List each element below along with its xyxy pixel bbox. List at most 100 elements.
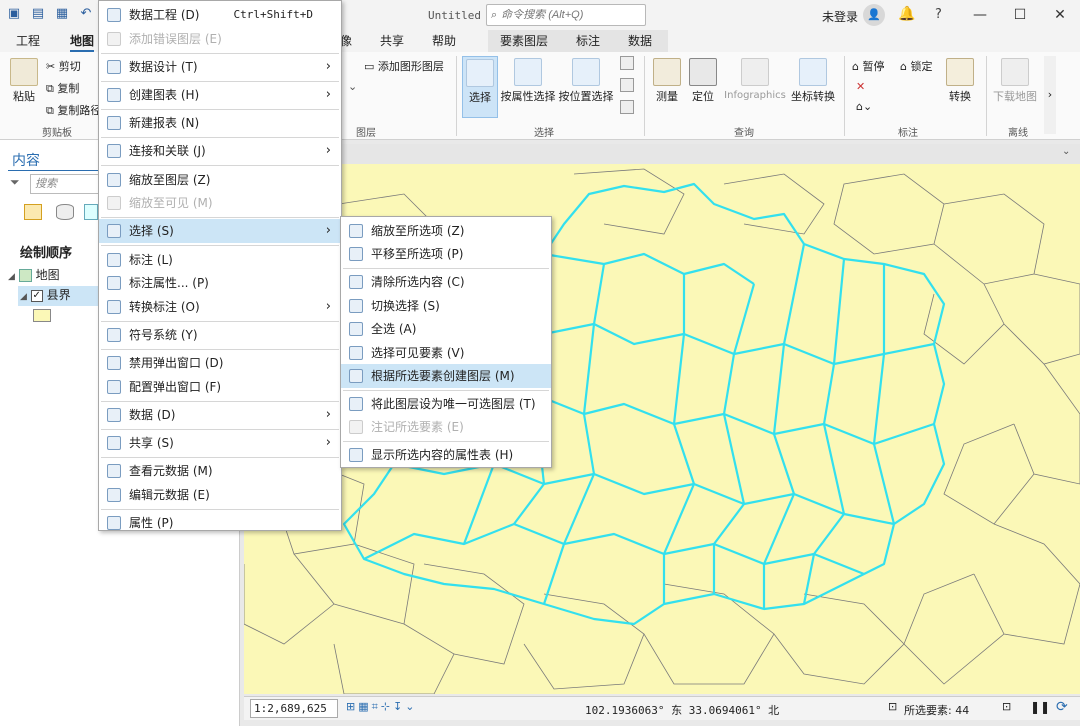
select-by-location-button[interactable]: 按位置选择 xyxy=(558,58,614,104)
lock-labeling-button[interactable]: ⌂ 锁定 xyxy=(900,58,932,74)
copy-button[interactable]: ⧉ 复制 xyxy=(46,80,79,96)
selected-features-count[interactable]: 所选要素: 44 xyxy=(904,702,969,718)
context-menu-item[interactable]: 标注属性... (P) xyxy=(99,271,341,295)
filter-icon[interactable]: ⏷ xyxy=(10,175,20,190)
convert-coordinates-button[interactable]: 坐标转换 xyxy=(790,58,836,104)
login-status[interactable]: 未登录 xyxy=(822,8,858,25)
submenu-item[interactable]: 清除所选内容 (C) xyxy=(341,270,551,294)
tab-data[interactable]: 数据 xyxy=(628,32,652,49)
layer-dropdown-icon[interactable]: ⌄ xyxy=(348,80,357,93)
measure-button[interactable]: 测量 xyxy=(650,58,684,104)
tab-labeling[interactable]: 标注 xyxy=(576,32,600,49)
list-by-source-icon[interactable] xyxy=(56,204,74,220)
context-menu-item[interactable]: 新建报表 (N) xyxy=(99,111,341,135)
submenu-item[interactable]: 全选 (A) xyxy=(341,317,551,341)
offline-group-label: 离线 xyxy=(1008,128,1028,139)
submenu-item[interactable]: 将此图层设为唯一可选图层 (T) xyxy=(341,392,551,416)
attributes-icon[interactable] xyxy=(620,56,634,70)
refresh-icon[interactable]: ⟳ xyxy=(1056,699,1068,715)
list-by-selection-icon[interactable] xyxy=(84,204,98,220)
context-menu-item[interactable]: 编辑元数据 (E) xyxy=(99,483,341,507)
maximize-button-2[interactable]: ☐ xyxy=(1000,4,1040,26)
undo-icon[interactable]: ↶ xyxy=(76,6,96,24)
select-by-attributes-button[interactable]: 按属性选择 xyxy=(500,58,556,104)
minimize-button-2[interactable]: — xyxy=(960,4,1000,26)
select-button[interactable]: 选择 xyxy=(462,56,498,118)
list-by-drawing-order-icon[interactable] xyxy=(24,204,42,220)
context-menu-item[interactable]: 共享 (S) › xyxy=(99,431,341,455)
menu-separator xyxy=(101,508,339,510)
copy-path-button[interactable]: ⧉ 复制路径 xyxy=(46,102,101,118)
map-node[interactable]: ◢ 地图 xyxy=(8,266,60,283)
collapse-icon[interactable]: ◢ xyxy=(20,292,27,302)
tab-map[interactable]: 地图 xyxy=(70,32,95,52)
context-menu-item-icon xyxy=(107,59,121,74)
context-menu-item[interactable]: 创建图表 (H) › xyxy=(99,83,341,107)
context-menu-item[interactable]: 配置弹出窗口 (F) xyxy=(99,375,341,399)
submenu-item[interactable]: 选择可见要素 (V) xyxy=(341,341,551,365)
context-menu-item[interactable]: 符号系统 (Y) xyxy=(99,323,341,347)
scale-selector[interactable]: 1:2,689,625 xyxy=(250,699,338,718)
context-menu-item-icon xyxy=(107,299,121,314)
context-menu-item[interactable]: 转换标注 (O) › xyxy=(99,295,341,319)
context-menu-item[interactable]: 查看元数据 (M) xyxy=(99,459,341,483)
cut-button[interactable]: ✂ 剪切 xyxy=(46,58,81,74)
context-menu-item[interactable]: 属性 (P) xyxy=(99,511,341,535)
pause-drawing-icon[interactable]: ❚❚ xyxy=(1030,700,1050,714)
avatar[interactable]: 👤 xyxy=(863,4,885,26)
context-menu-item[interactable]: 缩放至图层 (Z) xyxy=(99,168,341,192)
context-menu-item-icon xyxy=(107,464,121,479)
layer-symbol-swatch[interactable] xyxy=(33,309,51,322)
download-map-button[interactable]: 下载地图 xyxy=(992,58,1038,104)
contents-search-input[interactable]: 搜索 xyxy=(30,174,100,194)
add-graphics-layer-button[interactable]: ▭ 添加图形图层 xyxy=(364,58,444,74)
context-menu-item[interactable]: 数据工程 (D) Ctrl+Shift+D xyxy=(99,3,341,27)
infographics-button[interactable]: Infographics xyxy=(722,58,788,101)
project-icon[interactable]: ▣ xyxy=(4,6,24,24)
context-menu-item[interactable]: 选择 (S) › xyxy=(99,219,341,244)
layer-node-county[interactable]: ◢ ✓ 县界 xyxy=(18,286,100,306)
ribbon-divider xyxy=(644,56,645,136)
locate-button[interactable]: 定位 xyxy=(686,58,720,104)
convert-labels-button[interactable]: 转换 xyxy=(944,58,976,104)
paste-button[interactable]: 粘贴 xyxy=(8,58,40,104)
tab-help[interactable]: 帮助 xyxy=(432,32,456,49)
notification-icon[interactable]: 🔔 xyxy=(898,6,915,22)
submenu-item[interactable]: 显示所选内容的属性表 (H) xyxy=(341,443,551,467)
clear-selection-icon[interactable] xyxy=(620,100,634,114)
switch-selection-icon[interactable] xyxy=(620,78,634,92)
submenu-arrow-icon: › xyxy=(325,87,331,102)
open-icon[interactable]: ▤ xyxy=(28,6,48,24)
save-icon[interactable]: ▦ xyxy=(52,6,72,24)
tab-share[interactable]: 共享 xyxy=(380,32,404,49)
context-menu-item[interactable]: 禁用弹出窗口 (D) xyxy=(99,351,341,375)
tab-project[interactable]: 工程 xyxy=(16,32,40,49)
label-options-icon[interactable]: ⌂⌄ xyxy=(856,100,872,113)
context-menu-item-icon xyxy=(107,196,121,211)
submenu-item[interactable]: 切换选择 (S) xyxy=(341,294,551,318)
command-search[interactable]: ⌕ xyxy=(486,4,646,26)
labeling-group-label: 标注 xyxy=(898,128,918,139)
context-menu-item-label: 选择 (S) xyxy=(129,224,174,239)
submenu-item[interactable]: 根据所选要素创建图层 (M) xyxy=(341,364,551,388)
status-tools-icons[interactable]: ⊞▦⌗⊹↧⌄ xyxy=(346,700,417,714)
help-button[interactable]: ? xyxy=(935,7,942,22)
context-menu-item[interactable]: 数据 (D) › xyxy=(99,403,341,427)
submenu-item[interactable]: 缩放至所选项 (Z) xyxy=(341,219,551,243)
context-menu-item[interactable]: 连接和关联 (J) › xyxy=(99,139,341,163)
collapse-icon[interactable]: ◢ xyxy=(8,272,15,282)
pause-labeling-button[interactable]: ⌂ 暂停 xyxy=(852,58,884,74)
close-button-2[interactable]: ✕ xyxy=(1040,4,1080,26)
tab-feature-layer[interactable]: 要素图层 xyxy=(500,32,548,49)
command-search-input[interactable] xyxy=(501,9,632,21)
map-tab-dropdown-icon[interactable]: ⌄ xyxy=(1062,146,1070,157)
ribbon-scroll-right-icon[interactable]: › xyxy=(1044,56,1056,134)
convert-coordinates-label: 坐标转换 xyxy=(791,90,835,103)
zoom-to-selection-icon[interactable]: ⊡ xyxy=(1002,700,1011,713)
unplaced-labels-icon[interactable]: ✕ xyxy=(856,80,865,93)
context-menu-item[interactable]: 数据设计 (T) › xyxy=(99,55,341,79)
convert-labels-label: 转换 xyxy=(949,90,971,103)
submenu-item[interactable]: 平移至所选项 (P) xyxy=(341,242,551,266)
context-menu-item[interactable]: 标注 (L) xyxy=(99,248,341,272)
visibility-checkbox[interactable]: ✓ xyxy=(30,289,43,302)
